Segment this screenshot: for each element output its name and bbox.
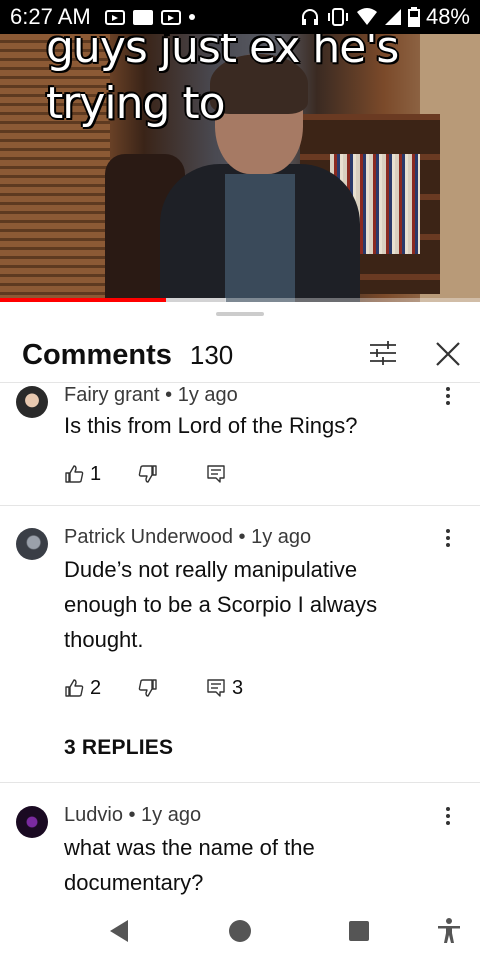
more-options-icon[interactable]	[440, 385, 456, 407]
battery-icon	[407, 7, 420, 27]
comment-meta[interactable]: Ludvio • 1y ago	[64, 804, 201, 827]
drag-handle[interactable]	[216, 312, 264, 316]
headphones-icon	[301, 9, 318, 25]
avatar[interactable]	[16, 386, 48, 418]
more-options-icon[interactable]	[440, 527, 456, 549]
gallery-icon	[132, 9, 153, 25]
avatar[interactable]	[16, 806, 48, 838]
recents-square-icon[interactable]	[344, 916, 374, 946]
system-navigation-bar	[0, 902, 480, 960]
thumbs-down-icon	[138, 679, 157, 697]
dislike-button[interactable]	[138, 460, 158, 488]
comment-meta[interactable]: Patrick Underwood • 1y ago	[64, 526, 311, 549]
wifi-icon	[356, 8, 377, 25]
battery-percent: 48%	[425, 4, 470, 29]
reply-comment-icon	[207, 679, 225, 697]
comments-title: Comments	[22, 338, 172, 371]
video-caption: guys just ex he's trying to	[46, 34, 399, 129]
vibrate-icon	[327, 8, 348, 26]
like-button[interactable]: 2	[64, 674, 101, 702]
thumbs-up-icon	[65, 679, 84, 697]
back-triangle-icon[interactable]	[104, 916, 134, 946]
like-count: 1	[90, 462, 102, 485]
thumbs-up-icon	[65, 465, 84, 483]
comment-divider	[0, 505, 480, 506]
comment-text: Dude’s not really manipulative enough to…	[64, 557, 378, 652]
reply-count: 3	[232, 676, 244, 699]
youtube-icon	[160, 9, 181, 25]
reply-button[interactable]: 3	[206, 674, 243, 702]
dot-icon	[188, 14, 195, 20]
comments-panel: Comments 130 Fairy grant • 1y ago Is thi…	[0, 302, 480, 902]
home-circle-icon[interactable]	[225, 916, 255, 946]
close-icon[interactable]	[434, 340, 462, 368]
header-divider	[0, 382, 480, 383]
reply-button[interactable]	[206, 460, 232, 488]
view-replies-button[interactable]: 3 REPLIES	[64, 736, 173, 760]
more-options-icon[interactable]	[440, 805, 456, 827]
comment-actions: 2 3	[64, 674, 364, 702]
thumbs-down-icon	[138, 465, 157, 483]
video-player[interactable]: guys just ex he's trying to	[0, 34, 480, 302]
dislike-button[interactable]	[138, 674, 158, 702]
comment-text: what was the name of the documentary?	[64, 835, 315, 895]
filter-sliders-icon[interactable]	[368, 340, 398, 366]
status-bar: 6:27 AM 48%	[0, 0, 480, 34]
comments-count: 130	[189, 339, 234, 370]
comment-text: Is this from Lord of the Rings?	[64, 413, 358, 438]
system-icons: 48%	[300, 4, 470, 30]
status-time: 6:27 AM	[10, 4, 91, 29]
notification-icons	[104, 9, 195, 25]
accessibility-icon[interactable]	[434, 916, 464, 946]
signal-icon	[384, 9, 401, 25]
comment-divider	[0, 782, 480, 783]
like-button[interactable]: 1	[64, 460, 101, 488]
comment-meta[interactable]: Fairy grant • 1y ago	[64, 384, 238, 407]
comment-actions: 1	[64, 460, 364, 488]
reply-comment-icon	[207, 465, 225, 483]
avatar[interactable]	[16, 528, 48, 560]
comments-header: Comments 130	[0, 330, 480, 380]
youtube-icon	[104, 9, 125, 25]
like-count: 2	[90, 676, 102, 699]
